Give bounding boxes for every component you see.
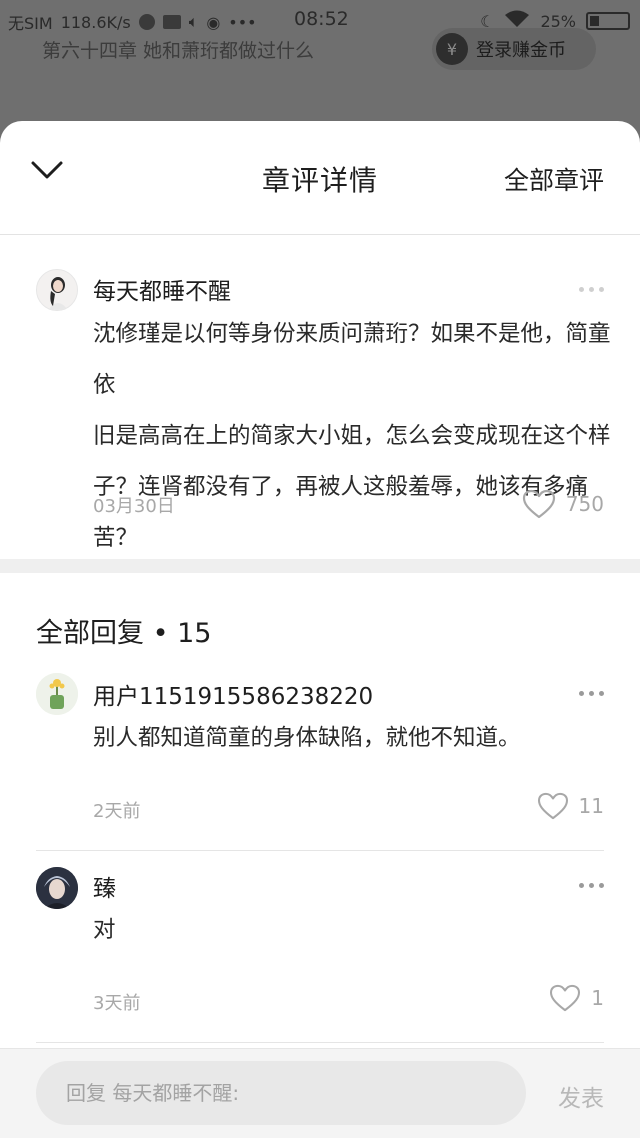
login-button-label: 登录赚金币 xyxy=(476,40,566,61)
like-count: 750 xyxy=(565,492,604,516)
sync-icon xyxy=(138,14,155,30)
more-notifications-icon: ••• xyxy=(228,12,257,32)
heart-icon xyxy=(537,792,568,820)
wechat-icon: ◉ xyxy=(206,12,221,32)
login-earn-coins-button[interactable]: ¥ 登录赚金币 xyxy=(432,28,596,70)
reply-text: 对 xyxy=(93,917,116,943)
heart-icon xyxy=(550,984,581,1012)
reply-divider xyxy=(36,1042,604,1043)
comment-date: 03月30日 xyxy=(93,496,175,517)
like-count: 1 xyxy=(591,986,604,1010)
reply-text: 别人都知道简童的身体缺陷，就他不知道。 xyxy=(93,725,521,751)
avatar[interactable] xyxy=(36,269,78,311)
more-options-icon[interactable] xyxy=(579,883,604,888)
comment-line: 旧是高高在上的简家大小姐，怎么会变成现在这个样 xyxy=(93,423,611,449)
avatar[interactable] xyxy=(36,673,78,715)
reply-input[interactable] xyxy=(36,1061,526,1125)
like-button[interactable]: 1 xyxy=(549,984,604,1012)
sheet-header: 章评详情 全部章评 xyxy=(0,121,640,235)
reply-item: 用户1151915586238220 别人都知道简童的身体缺陷，就他不知道。 2… xyxy=(0,659,640,851)
user-avatar-image xyxy=(37,270,77,310)
reply-time: 2天前 xyxy=(93,801,141,822)
comment-username[interactable]: 每天都睡不醒 xyxy=(93,272,231,306)
reply-username[interactable]: 用户1151915586238220 xyxy=(93,677,373,711)
carrier-label: 无SIM xyxy=(8,14,53,33)
user-avatar-image xyxy=(36,867,78,909)
more-options-icon[interactable] xyxy=(579,691,604,696)
battery-icon xyxy=(586,12,630,30)
replies-title: 全部回复 • 15 xyxy=(36,618,212,649)
volume-icon: 🔈︎ xyxy=(188,12,199,31)
like-button[interactable]: 11 xyxy=(537,792,604,820)
comment-line: 沈修瑾是以何等身份来质问萧珩？如果不是他，简童依 xyxy=(93,321,611,398)
coin-icon: ¥ xyxy=(436,33,468,65)
mail-icon xyxy=(162,15,181,29)
more-options-icon[interactable] xyxy=(579,287,604,292)
comment-detail-sheet: 章评详情 全部章评 每天都睡不醒 沈修瑾是以何等身份来质问萧珩？如果不是他，简童… xyxy=(0,121,640,1138)
all-chapter-comments-link[interactable]: 全部章评 xyxy=(504,161,604,197)
reply-username[interactable]: 臻 xyxy=(93,869,116,903)
avatar[interactable] xyxy=(36,867,78,909)
reply-item: 臻 对 3天前 1 xyxy=(0,851,640,1043)
user-avatar-image xyxy=(36,673,78,715)
heart-icon xyxy=(522,489,555,519)
publish-button[interactable]: 发表 xyxy=(558,1079,604,1113)
chapter-title: 第六十四章 她和萧珩都做过什么 xyxy=(42,40,315,62)
status-left: 无SIM 118.6K/s 🔈︎ ◉ ••• xyxy=(8,10,257,34)
clock: 08:52 xyxy=(294,8,349,30)
comment-text: 沈修瑾是以何等身份来质问萧珩？如果不是他，简童依 旧是高高在上的简家大小姐，怎么… xyxy=(93,309,613,564)
reply-input-bar: 发表 xyxy=(0,1048,640,1138)
main-comment: 每天都睡不醒 沈修瑾是以何等身份来质问萧珩？如果不是他，简童依 旧是高高在上的简… xyxy=(0,235,640,559)
like-button[interactable]: 750 xyxy=(522,489,604,519)
reply-time: 3天前 xyxy=(93,993,141,1014)
like-count: 11 xyxy=(578,794,604,818)
network-speed: 118.6K/s xyxy=(60,12,131,32)
